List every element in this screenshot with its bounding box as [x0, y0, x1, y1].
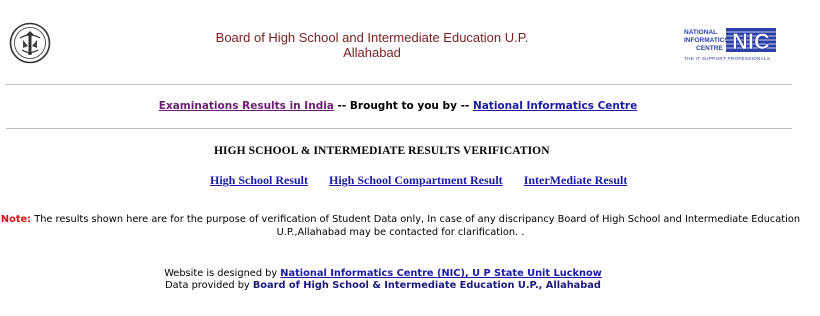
examinations-results-link[interactable]: Examinations Results in India	[159, 100, 334, 112]
nic-logo-tagline: THE IT SUPPORT PROFESSIONALS	[684, 56, 770, 61]
nic-logo-line2: INFORMATICS	[684, 37, 729, 44]
high-school-result-link[interactable]: High School Result	[210, 173, 308, 187]
nic-logo-letters: NIC	[732, 29, 770, 54]
data-source: Board of High School & Intermediate Educ…	[252, 280, 601, 291]
designed-prefix: Website is designed by	[164, 268, 281, 279]
note-label: Note:	[0, 214, 32, 225]
result-links: High School Result High School Compartme…	[210, 173, 645, 188]
footer-designed-line: Website is designed by National Informat…	[0, 268, 766, 280]
top-divider	[6, 84, 792, 85]
footer-data-line: Data provided by Board of High School & …	[0, 280, 766, 292]
board-city: Allahabad	[343, 45, 401, 60]
nic-up-unit-link[interactable]: National Informatics Centre (NIC), U P S…	[280, 268, 602, 279]
board-name: Board of High School and Intermediate Ed…	[215, 30, 529, 45]
note-text: The results shown here are for the purpo…	[31, 214, 801, 238]
brought-by-text: -- Brought to you by --	[333, 100, 473, 112]
verification-note: Note: The results shown here are for the…	[0, 213, 808, 239]
data-prefix: Data provided by	[165, 280, 253, 291]
board-title: Board of High School and Intermediate Ed…	[0, 30, 744, 60]
results-line: Examinations Results in India -- Brought…	[0, 100, 796, 112]
nic-logo-line1: NATIONAL	[684, 29, 717, 36]
verification-title: HIGH SCHOOL & INTERMEDIATE RESULTS VERIF…	[214, 145, 550, 157]
nic-logo: NATIONAL INFORMATICS CENTRE NIC THE IT S…	[682, 27, 778, 63]
middle-divider	[6, 128, 792, 129]
nic-logo-line3: CENTRE	[696, 45, 723, 52]
intermediate-result-link[interactable]: InterMediate Result	[524, 173, 628, 187]
nic-link[interactable]: National Informatics Centre	[473, 100, 637, 112]
high-school-compartment-result-link[interactable]: High School Compartment Result	[329, 173, 503, 187]
footer: Website is designed by National Informat…	[0, 268, 766, 292]
